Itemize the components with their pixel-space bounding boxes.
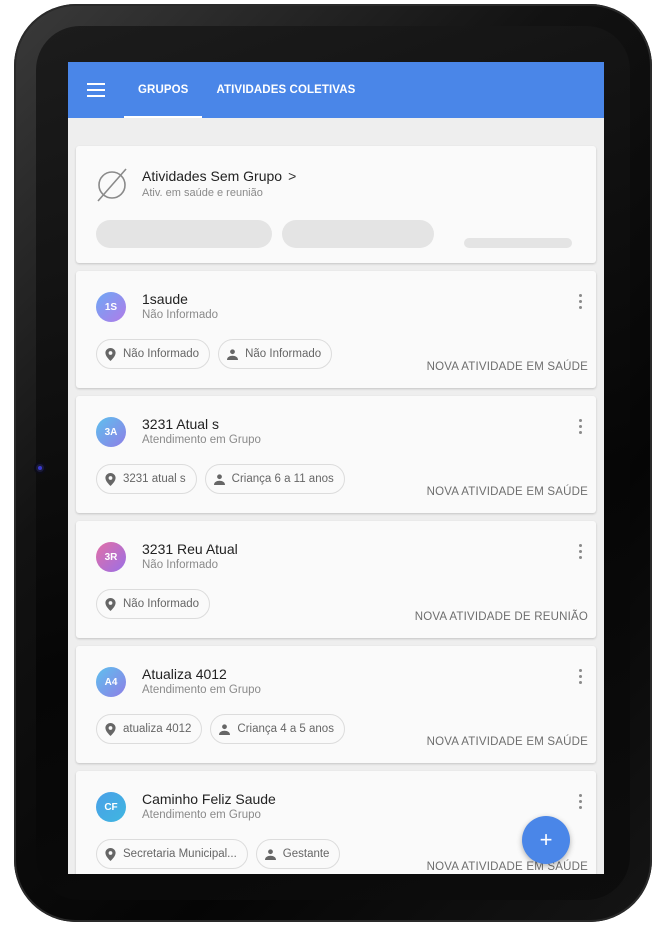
location-pin-icon: [105, 472, 116, 486]
no-group-title-text: Atividades Sem Grupo: [142, 168, 283, 184]
no-group-subtitle: Ativ. em saúde e reunião: [142, 187, 263, 199]
group-chips: Secretaria Municipal... Gestante: [96, 839, 341, 869]
chevron-right-icon: >: [288, 168, 297, 184]
group-name: 1saude: [142, 291, 188, 307]
more-vert-icon[interactable]: [574, 666, 586, 686]
new-activity-button[interactable]: NOVA ATIVIDADE EM SAÚDE: [427, 486, 588, 498]
group-name: Caminho Feliz Saude: [142, 791, 276, 807]
group-type: Atendimento em Grupo: [142, 434, 261, 446]
location-chip: Não Informado: [96, 339, 211, 369]
plus-icon: +: [539, 827, 553, 852]
more-vert-icon[interactable]: [574, 416, 586, 436]
person-icon: [227, 348, 239, 360]
group-name: 3231 Atual s: [142, 416, 220, 432]
new-activity-button[interactable]: NOVA ATIVIDADE DE REUNIÃO: [415, 611, 588, 623]
group-chips: atualiza 4012 Criança 4 a 5 anos: [96, 714, 345, 744]
group-avatar: 3R: [96, 542, 126, 572]
hamburger-menu-icon[interactable]: [68, 62, 124, 118]
group-type: Atendimento em Grupo: [142, 809, 261, 821]
group-type: Atendimento em Grupo: [142, 684, 261, 696]
location-text: atualiza 4012: [123, 723, 192, 735]
no-group-title: Atividades Sem Grupo >: [142, 168, 296, 184]
group-chips: Não Informado Não Informado: [96, 339, 333, 369]
app-screen: GRUPOS ATIVIDADES COLETIVAS Atividades S…: [68, 62, 604, 874]
tab-grupos[interactable]: GRUPOS: [124, 62, 203, 118]
add-fab-button[interactable]: +: [522, 816, 570, 864]
location-pin-icon: [105, 722, 116, 736]
location-text: Não Informado: [123, 348, 200, 360]
location-chip: Não Informado: [96, 589, 211, 619]
group-avatar: A4: [96, 667, 126, 697]
audience-text: Criança 4 a 5 anos: [237, 723, 334, 735]
group-name: Atualiza 4012: [142, 666, 227, 682]
empty-set-icon: [97, 168, 127, 202]
group-chips: 3231 atual s Criança 6 a 11 anos: [96, 464, 345, 494]
audience-chip: Criança 6 a 11 anos: [204, 464, 345, 494]
front-camera: [36, 464, 44, 472]
group-card[interactable]: 3R 3231 Reu Atual Não Informado Não Info…: [76, 521, 596, 638]
group-type: Não Informado: [142, 309, 219, 321]
person-icon: [219, 723, 231, 735]
avatar-initials: 3A: [104, 426, 118, 438]
location-text: 3231 atual s: [123, 473, 186, 485]
group-avatar: CF: [96, 792, 126, 822]
audience-chip: Não Informado: [218, 339, 333, 369]
new-activity-button[interactable]: NOVA ATIVIDADE EM SAÚDE: [427, 361, 588, 373]
group-card[interactable]: 3A 3231 Atual s Atendimento em Grupo 323…: [76, 396, 596, 513]
location-chip: atualiza 4012: [96, 714, 203, 744]
more-vert-icon[interactable]: [574, 541, 586, 561]
audience-chip: Criança 4 a 5 anos: [210, 714, 345, 744]
group-card[interactable]: CF Caminho Feliz Saude Atendimento em Gr…: [76, 771, 596, 874]
new-activity-button[interactable]: NOVA ATIVIDADE EM SAÚDE: [427, 736, 588, 748]
audience-text: Não Informado: [245, 348, 322, 360]
group-name: 3231 Reu Atual: [142, 541, 238, 557]
tab-atividades-coletivas[interactable]: ATIVIDADES COLETIVAS: [202, 62, 369, 118]
audience-text: Criança 6 a 11 anos: [231, 473, 334, 485]
loading-placeholder: [464, 238, 572, 248]
avatar-initials: 1S: [104, 301, 118, 313]
group-chips: Não Informado: [96, 589, 211, 619]
location-pin-icon: [105, 847, 116, 861]
group-card[interactable]: 1S 1saude Não Informado Não Informado Nã…: [76, 271, 596, 388]
group-list: Atividades Sem Grupo > Ativ. em saúde e …: [68, 118, 604, 874]
tab-label: GRUPOS: [138, 84, 189, 96]
more-vert-icon[interactable]: [574, 791, 586, 811]
no-group-card[interactable]: Atividades Sem Grupo > Ativ. em saúde e …: [76, 146, 596, 263]
loading-placeholder: [282, 220, 434, 248]
more-vert-icon[interactable]: [574, 291, 586, 311]
location-chip: 3231 atual s: [96, 464, 197, 494]
loading-placeholder: [96, 220, 272, 248]
location-pin-icon: [105, 347, 116, 361]
group-type: Não Informado: [142, 559, 219, 571]
group-avatar: 1S: [96, 292, 126, 322]
avatar-initials: A4: [104, 676, 118, 688]
location-pin-icon: [105, 597, 116, 611]
audience-chip: Gestante: [255, 839, 341, 869]
location-text: Não Informado: [123, 598, 200, 610]
location-chip: Secretaria Municipal...: [96, 839, 248, 869]
tab-label: ATIVIDADES COLETIVAS: [216, 84, 356, 96]
group-avatar: 3A: [96, 417, 126, 447]
person-icon: [264, 848, 276, 860]
new-activity-button[interactable]: NOVA ATIVIDADE EM SAÚDE: [427, 861, 588, 873]
avatar-initials: 3R: [104, 551, 118, 563]
group-card[interactable]: A4 Atualiza 4012 Atendimento em Grupo at…: [76, 646, 596, 763]
audience-text: Gestante: [282, 848, 330, 860]
person-icon: [213, 473, 225, 485]
location-text: Secretaria Municipal...: [123, 848, 237, 860]
avatar-initials: CF: [104, 801, 118, 813]
app-bar: GRUPOS ATIVIDADES COLETIVAS: [68, 62, 604, 118]
